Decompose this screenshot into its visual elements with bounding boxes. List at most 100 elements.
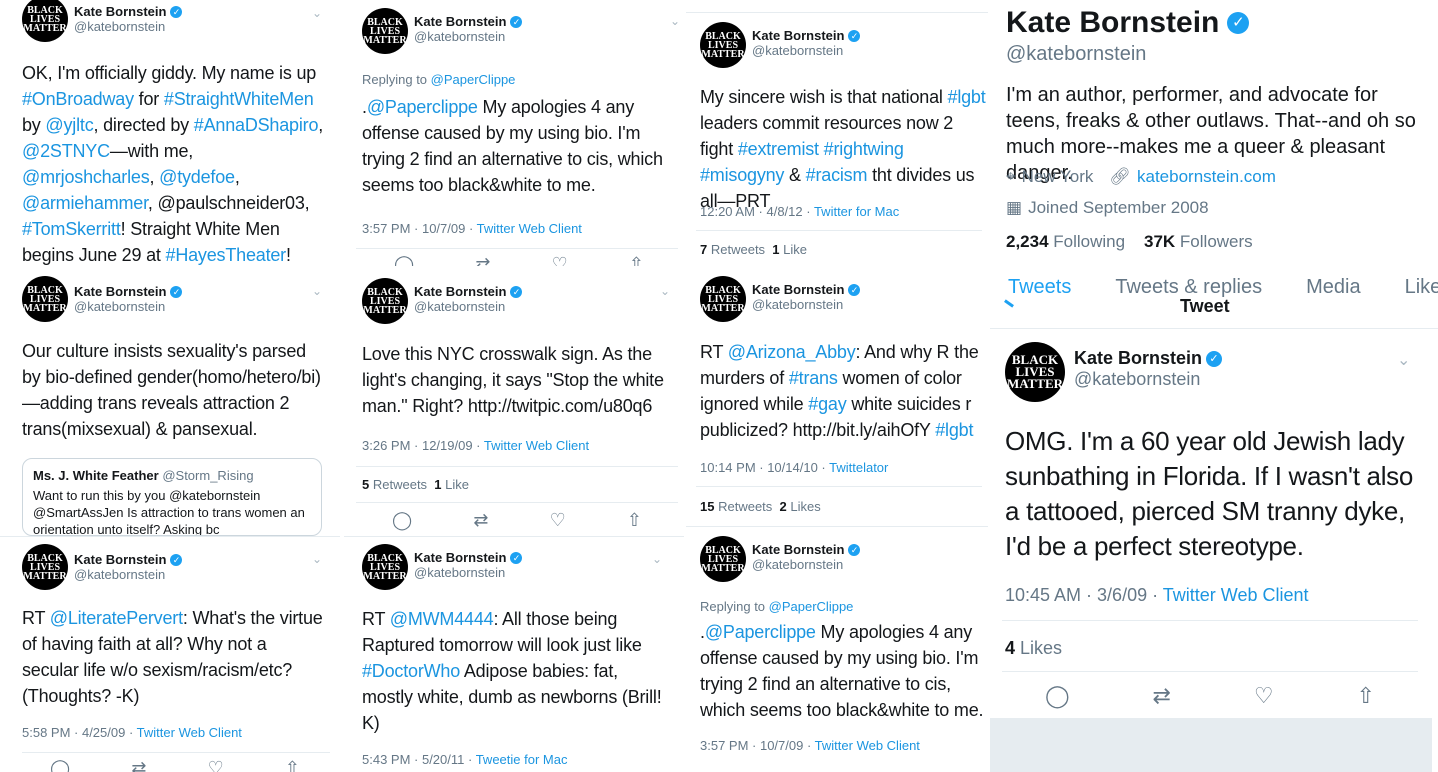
- like-icon[interactable]: ♡: [550, 510, 566, 531]
- reply-icon[interactable]: ◯: [1045, 683, 1070, 709]
- author-name[interactable]: Kate Bornstein: [74, 4, 166, 19]
- like-icon[interactable]: ♡: [208, 758, 224, 772]
- mention-link[interactable]: @yjltc: [45, 115, 93, 135]
- hashtag-link[interactable]: #rightwing: [824, 139, 904, 159]
- quoted-tweet[interactable]: Ms. J. White Feather @Storm_Rising Want …: [22, 458, 322, 536]
- tweet-card[interactable]: BLACK LIVES MATTER Kate Bornstein ✓ @katebo…: [686, 268, 988, 526]
- mention-link[interactable]: @armiehammer: [22, 193, 148, 213]
- avatar[interactable]: BLACK LIVES MATTER: [700, 536, 746, 582]
- avatar[interactable]: BLACK LIVES MATTER: [22, 276, 68, 322]
- tab-tweets[interactable]: Tweets: [1008, 276, 1071, 299]
- tweet-source-link[interactable]: Twittelator: [829, 460, 888, 475]
- avatar[interactable]: BLACK LIVES MATTER: [362, 278, 408, 324]
- avatar[interactable]: BLACK LIVES MATTER: [362, 8, 408, 54]
- reply-icon[interactable]: ◯: [50, 758, 70, 772]
- hashtag-link[interactable]: #trans: [789, 368, 838, 388]
- hashtag-link[interactable]: #StraightWhiteMen: [164, 89, 314, 109]
- reply-mention-link[interactable]: @PaperClippe: [431, 72, 516, 87]
- hashtag-link[interactable]: #lgbt: [935, 420, 973, 440]
- tweet-card[interactable]: BLACK LIVES MATTER Kate Bornstein ✓ @katebo…: [0, 0, 340, 272]
- author-handle[interactable]: @katebornstein: [414, 299, 522, 314]
- author-handle[interactable]: @katebornstein: [74, 299, 182, 314]
- hashtag-link[interactable]: #OnBroadway: [22, 89, 134, 109]
- tab-media[interactable]: Media: [1306, 276, 1360, 299]
- hashtag-link[interactable]: #misogyny: [700, 165, 784, 185]
- author-handle[interactable]: @katebornstein: [752, 43, 860, 58]
- chevron-down-icon[interactable]: ⌄: [1397, 350, 1410, 370]
- avatar[interactable]: BLACK LIVES MATTER: [700, 22, 746, 68]
- author-handle[interactable]: @katebornstein: [414, 565, 522, 580]
- tweet-source-link[interactable]: Twitter Web Client: [815, 738, 920, 753]
- likes-count[interactable]: Likes: [790, 499, 820, 514]
- author-name[interactable]: Kate Bornstein: [74, 552, 166, 567]
- chevron-down-icon[interactable]: ⌄: [660, 284, 670, 298]
- share-icon[interactable]: ⇧: [629, 254, 644, 266]
- tweet-card[interactable]: BLACK LIVES MATTER Kate Bornstein ✓ @katebo…: [686, 0, 988, 268]
- mention-link[interactable]: @2STNYC: [22, 141, 110, 161]
- retweets-count[interactable]: Retweets: [373, 477, 427, 492]
- followers-link[interactable]: 37K Followers: [1144, 232, 1253, 251]
- reply-mention-link[interactable]: @PaperClippe: [769, 599, 854, 614]
- author-name[interactable]: Kate Bornstein: [1074, 348, 1202, 369]
- author-name[interactable]: Kate Bornstein: [752, 28, 844, 43]
- author-name[interactable]: Kate Bornstein: [414, 550, 506, 565]
- retweet-icon[interactable]: ⇄: [473, 510, 488, 531]
- tweet-card[interactable]: BLACK LIVES MATTER Kate Bornstein ✓ @katebo…: [344, 0, 684, 266]
- tab-likes[interactable]: Like: [1405, 276, 1438, 299]
- tweet-source-link[interactable]: Twitter Web Client: [477, 221, 582, 236]
- share-icon[interactable]: ⇧: [627, 510, 642, 531]
- retweet-icon[interactable]: ⇄: [1153, 683, 1171, 709]
- likes-count[interactable]: Like: [783, 242, 807, 257]
- hashtag-link[interactable]: #HayesTheater: [166, 245, 287, 265]
- author-name[interactable]: Kate Bornstein: [414, 14, 506, 29]
- reply-icon[interactable]: ◯: [392, 510, 412, 531]
- hashtag-link[interactable]: #racism: [806, 165, 868, 185]
- author-name[interactable]: Kate Bornstein: [752, 542, 844, 557]
- like-icon[interactable]: ♡: [552, 254, 568, 266]
- author-handle[interactable]: @katebornstein: [752, 297, 860, 312]
- avatar[interactable]: BLACK LIVES MATTER: [362, 544, 408, 590]
- hashtag-link[interactable]: #AnnaDShapiro: [194, 115, 319, 135]
- tweet-source-link[interactable]: Twitter for Mac: [814, 204, 899, 219]
- avatar[interactable]: BLACK LIVES MATTER: [22, 0, 68, 42]
- chevron-down-icon[interactable]: ⌄: [312, 284, 322, 298]
- chevron-down-icon[interactable]: ⌄: [652, 552, 662, 566]
- chevron-down-icon[interactable]: ⌄: [670, 14, 680, 28]
- mention-link[interactable]: @mrjoshcharles: [22, 167, 150, 187]
- retweet-icon[interactable]: ⇄: [131, 758, 146, 772]
- author-name[interactable]: Kate Bornstein: [752, 282, 844, 297]
- mention-link[interactable]: @tydefoe: [159, 167, 235, 187]
- author-handle[interactable]: @katebornstein: [74, 567, 182, 582]
- author-handle[interactable]: @katebornstein: [752, 557, 860, 572]
- mention-link[interactable]: @LiteratePervert: [50, 608, 183, 628]
- likes-count[interactable]: Like: [445, 477, 469, 492]
- author-name[interactable]: Kate Bornstein: [414, 284, 506, 299]
- tweet-source-link[interactable]: Twitter Web Client: [484, 438, 589, 453]
- share-icon[interactable]: ⇧: [1357, 683, 1375, 709]
- tweet-card[interactable]: BLACK LIVES MATTER Kate Bornstein ✓ @katebo…: [686, 526, 988, 772]
- author-handle[interactable]: @katebornstein: [74, 19, 182, 34]
- tweet-card[interactable]: BLACK LIVES MATTER Kate Bornstein ✓ @katebo…: [344, 266, 684, 536]
- avatar[interactable]: BLACK LIVES MATTER: [22, 544, 68, 590]
- retweets-count[interactable]: Retweets: [711, 242, 765, 257]
- mention-link[interactable]: @MWM4444: [390, 609, 494, 629]
- tweet-source-link[interactable]: Tweetie for Mac: [476, 752, 568, 767]
- hashtag-link[interactable]: #DoctorWho: [362, 661, 460, 681]
- mention-link[interactable]: @Paperclippe: [705, 622, 816, 642]
- hashtag-link[interactable]: #lgbt: [948, 87, 986, 107]
- hashtag-link[interactable]: #gay: [808, 394, 846, 414]
- likes-count[interactable]: Likes: [1020, 638, 1062, 658]
- retweets-count[interactable]: Retweets: [718, 499, 772, 514]
- following-link[interactable]: 2,234 Following: [1006, 232, 1125, 251]
- tweet-source-link[interactable]: Twitter Web Client: [1163, 585, 1309, 605]
- avatar[interactable]: BLACK LIVES MATTER: [700, 276, 746, 322]
- like-icon[interactable]: ♡: [1254, 683, 1274, 709]
- hashtag-link[interactable]: #extremist: [738, 139, 819, 159]
- author-handle[interactable]: @katebornstein: [1074, 369, 1222, 390]
- tweet-card[interactable]: BLACK LIVES MATTER Kate Bornstein ✓ @katebo…: [344, 536, 684, 772]
- mention-link[interactable]: @Paperclippe: [367, 97, 478, 117]
- author-name[interactable]: Kate Bornstein: [74, 284, 166, 299]
- profile-website-link[interactable]: katebornstein.com: [1137, 167, 1276, 187]
- retweet-icon[interactable]: ⇄: [475, 254, 490, 266]
- avatar[interactable]: BLACK LIVES MATTER: [1005, 342, 1065, 402]
